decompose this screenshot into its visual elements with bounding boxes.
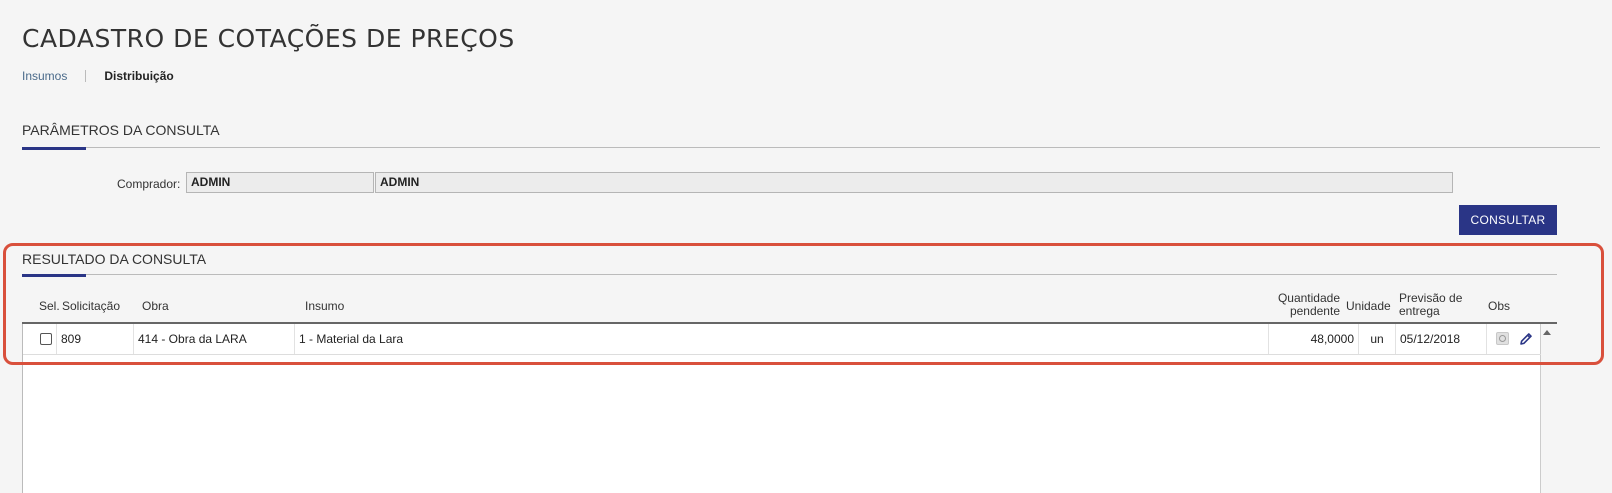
col-header-solicitacao[interactable]: Solicitação	[62, 300, 120, 313]
cell-quantidade: 48,0000	[1269, 324, 1359, 354]
cell-solicitacao: 809	[57, 324, 134, 354]
cell-unidade: un	[1359, 324, 1396, 354]
cell-insumo: 1 - Material da Lara	[295, 324, 1269, 354]
params-section-title: PARÂMETROS DA CONSULTA	[22, 122, 220, 138]
comprador-row: Comprador: ADMIN ADMIN	[0, 172, 1612, 195]
breadcrumb-insumos[interactable]: Insumos	[22, 69, 67, 83]
pencil-icon[interactable]	[1518, 331, 1534, 347]
col-header-obra[interactable]: Obra	[142, 300, 169, 313]
results-grid-header: Sel. Solicitação Obra Insumo Quantidade …	[22, 292, 1557, 322]
results-grid-body: 809 414 - Obra da LARA 1 - Material da L…	[22, 324, 1541, 493]
col-header-quantidade-line2: pendente	[1289, 304, 1340, 318]
breadcrumb-distribuicao: Distribuição	[104, 69, 174, 83]
col-header-previsao[interactable]: Previsão de entrega	[1399, 292, 1462, 318]
col-header-previsao-line2: entrega	[1399, 304, 1440, 318]
comprador-name-field: ADMIN	[375, 172, 1453, 193]
col-header-obs: Obs	[1488, 299, 1511, 313]
cell-sel	[23, 324, 57, 354]
cell-previsao: 05/12/2018	[1396, 324, 1487, 354]
col-header-insumo[interactable]: Insumo	[305, 300, 344, 313]
scroll-up-arrow-icon[interactable]	[1543, 330, 1551, 335]
page-title: CADASTRO DE COTAÇÕES DE PREÇOS	[22, 24, 515, 53]
row-select-checkbox[interactable]	[40, 333, 52, 345]
params-section-divider	[22, 147, 1600, 148]
magnifier-icon[interactable]	[1496, 332, 1509, 345]
results-section-title: RESULTADO DA CONSULTA	[22, 251, 207, 267]
breadcrumb: Insumos Distribuição	[22, 69, 174, 83]
col-header-sel: Sel.	[39, 299, 60, 313]
table-row[interactable]: 809 414 - Obra da LARA 1 - Material da L…	[23, 324, 1541, 355]
params-section-accent	[22, 147, 86, 150]
comprador-code-field[interactable]: ADMIN	[186, 172, 374, 193]
col-header-quantidade[interactable]: Quantidade pendente	[1272, 292, 1340, 318]
breadcrumb-separator	[85, 70, 87, 82]
col-header-unidade[interactable]: Unidade	[1346, 300, 1391, 313]
results-section-divider	[22, 274, 1557, 275]
comprador-label: Comprador:	[117, 177, 181, 191]
consultar-button[interactable]: CONSULTAR	[1459, 205, 1557, 235]
results-section-accent	[22, 274, 86, 277]
cell-obra: 414 - Obra da LARA	[134, 324, 295, 354]
